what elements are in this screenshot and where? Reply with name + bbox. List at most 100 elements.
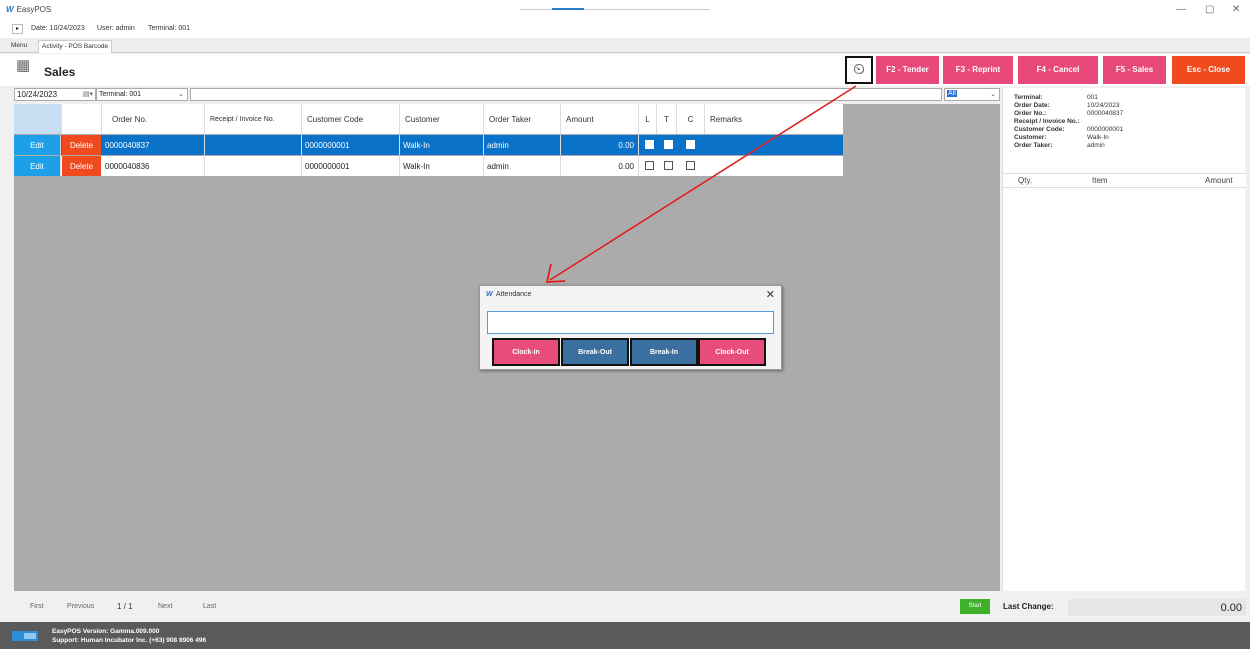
detail-order-taker-value: admin [1087, 142, 1105, 149]
tab-bar: Menu Activity - POS Barcode [0, 38, 1250, 53]
detail-terminal-label: Terminal: [1014, 94, 1043, 101]
search-input[interactable] [190, 88, 942, 101]
cash-register-icon: ▦ [16, 57, 31, 74]
close-window-button[interactable]: ✕ [1232, 4, 1240, 15]
title-progress-indicator [520, 3, 710, 10]
detail-receipt-label: Receipt / Invoice No.: [1014, 118, 1080, 125]
table-row[interactable]: Edit Delete 0000040836 0000000001 Walk-I… [14, 156, 843, 176]
header-l[interactable]: L [639, 104, 657, 134]
header-delete-col [62, 104, 102, 134]
detail-order-date-label: Order Date: [1014, 102, 1050, 109]
header-amount[interactable]: Amount [561, 104, 639, 134]
header-customer-code[interactable]: Customer Code [302, 104, 400, 134]
info-user: User: admin [97, 25, 135, 32]
cell-amount: 0.00 [561, 156, 639, 176]
items-header-item[interactable]: Item [1092, 176, 1108, 185]
last-page-button[interactable]: Last [203, 603, 216, 610]
status-filter-select[interactable]: All ⌄ [944, 88, 1000, 101]
page-indicator: 1 / 1 [117, 602, 133, 611]
terminal-value: Terminal: 001 [99, 91, 142, 98]
info-terminal: Terminal: 001 [148, 25, 191, 32]
maximize-button[interactable]: ▢ [1205, 4, 1214, 15]
tab-activity-pos-barcode[interactable]: Activity - POS Barcode [38, 40, 113, 53]
edit-button[interactable]: Edit [14, 156, 61, 176]
session-info-bar: ▸ Date: 10/24/2023 User: admin Terminal:… [0, 20, 1250, 38]
delete-button[interactable]: Delete [62, 156, 101, 176]
cell-remarks [705, 156, 843, 176]
cell-amount: 0.00 [561, 135, 639, 155]
checkbox-l[interactable] [645, 161, 654, 170]
company-logo-icon [12, 631, 38, 641]
info-toggle-button[interactable]: ▸ [12, 24, 23, 34]
version-text: EasyPOS Version: Gamma.009.000 [52, 628, 160, 635]
cell-customer-code: 0000000001 [302, 156, 400, 176]
header-c[interactable]: C [677, 104, 705, 134]
clock-in-button[interactable]: Clock-In [492, 338, 560, 366]
checkbox-t[interactable] [664, 140, 673, 149]
header-order-no[interactable]: Order No. [102, 104, 205, 134]
reprint-button[interactable]: F3 - Reprint [943, 56, 1013, 84]
previous-page-button[interactable]: Previous [67, 603, 94, 610]
close-button[interactable]: Esc - Close [1172, 56, 1245, 84]
items-header-qty[interactable]: Qty. [1018, 176, 1032, 185]
dialog-close-button[interactable]: ✕ [766, 288, 775, 301]
attendance-clock-button[interactable]: ⏲ [845, 56, 873, 84]
terminal-select[interactable]: Terminal: 001 ⌄ [96, 88, 188, 101]
detail-customer-code-label: Customer Code: [1014, 126, 1065, 133]
cell-order-taker: admin [484, 156, 561, 176]
detail-customer-label: Customer: [1014, 134, 1047, 141]
start-button[interactable]: Start [960, 599, 990, 614]
next-page-button[interactable]: Next [158, 603, 172, 610]
detail-customer-value: Walk-In [1087, 134, 1109, 141]
status-filter-value: All [947, 90, 957, 97]
header-remarks[interactable]: Remarks [705, 104, 843, 134]
sales-report-button[interactable]: F5 - Sales [1103, 56, 1166, 84]
last-change-label: Last Change: [1003, 602, 1054, 611]
app-name: EasyPOS [16, 5, 52, 14]
checkbox-l[interactable] [645, 140, 654, 149]
attendance-input[interactable] [487, 311, 774, 334]
cell-order-no: 0000040836 [102, 156, 205, 176]
header-order-taker[interactable]: Order Taker [484, 104, 561, 134]
cell-receipt-no [205, 156, 302, 176]
header-t[interactable]: T [657, 104, 677, 134]
last-change-box: 0.00 [1068, 599, 1246, 616]
easypos-logo-icon: W [486, 291, 493, 298]
cell-receipt-no [205, 135, 302, 155]
cancel-button[interactable]: F4 - Cancel [1018, 56, 1098, 84]
cell-order-taker: admin [484, 135, 561, 155]
tender-button[interactable]: F2 - Tender [876, 56, 939, 84]
tab-menu[interactable]: Menu [8, 40, 30, 53]
cell-order-no: 0000040837 [102, 135, 205, 155]
page-title: Sales [44, 65, 76, 79]
date-picker[interactable]: 10/24/2023 ▤▾ [14, 88, 96, 101]
delete-button[interactable]: Delete [62, 135, 101, 155]
cell-customer: Walk-In [400, 135, 484, 155]
detail-order-no-value: 0000040837 [1087, 110, 1124, 117]
header-receipt-no[interactable]: Receipt / Invoice No. [205, 104, 302, 134]
detail-order-no-label: Order No.: [1014, 110, 1047, 117]
break-in-button[interactable]: Break-In [630, 338, 698, 366]
calendar-icon[interactable]: ▤▾ [83, 90, 93, 98]
detail-order-taker-label: Order Taker: [1014, 142, 1053, 149]
cell-remarks [705, 135, 843, 155]
break-out-button[interactable]: Break-Out [561, 338, 629, 366]
header-customer[interactable]: Customer [400, 104, 484, 134]
easypos-logo-icon: W [6, 5, 14, 14]
detail-order-date-value: 10/24/2023 [1087, 102, 1120, 109]
checkbox-t[interactable] [664, 161, 673, 170]
items-header-amount[interactable]: Amount [1205, 176, 1233, 185]
minimize-button[interactable]: — [1176, 4, 1186, 15]
attendance-dialog: W Attendance ✕ Clock-In Break-Out Break-… [479, 285, 782, 370]
clock-out-button[interactable]: Clock-Out [698, 338, 766, 366]
info-date: Date: 10/24/2023 [31, 25, 85, 32]
checkbox-c[interactable] [686, 161, 695, 170]
items-header: Qty. Item Amount [1003, 173, 1246, 188]
dialog-title: Attendance [496, 291, 532, 298]
filter-bar: 10/24/2023 ▤▾ Terminal: 001 ⌄ All ⌄ [14, 88, 1000, 102]
edit-button[interactable]: Edit [14, 135, 61, 155]
app-title: W EasyPOS [6, 5, 51, 14]
first-page-button[interactable]: First [30, 603, 44, 610]
checkbox-c[interactable] [686, 140, 695, 149]
table-row[interactable]: Edit Delete 0000040837 0000000001 Walk-I… [14, 135, 843, 155]
